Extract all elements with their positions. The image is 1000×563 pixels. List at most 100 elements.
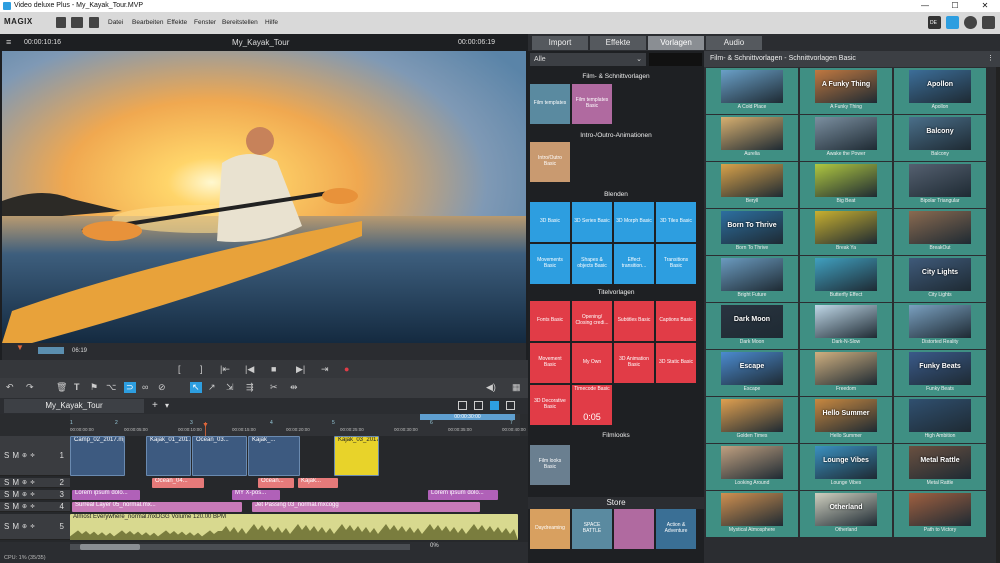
template-category-tile[interactable]: Transitions Basic [656,244,696,284]
lock-icon[interactable]: ⊕ [22,523,27,530]
template-category-tile[interactable]: Film looks Basic [530,445,570,485]
ripple-icon[interactable]: ⇶ [246,382,254,393]
tools-icon[interactable] [946,16,959,29]
template-item[interactable]: BreakOut [894,209,986,255]
template-category-tile[interactable]: Effect transition... [614,244,654,284]
menu-effekte[interactable]: Effekte [167,19,187,26]
template-item[interactable]: City Lights City Lights [894,256,986,302]
template-category-tile[interactable]: 3D Morph Basic [614,202,654,242]
ruler-marker[interactable]: 4 [270,420,273,426]
ruler-marker[interactable]: 6 [430,420,433,426]
track-header[interactable]: S M ⊕ ≑ 5 [0,514,70,540]
ruler-marker[interactable]: 7 [510,420,513,426]
title-icon[interactable]: T [74,382,80,392]
template-category-tile[interactable]: 3D Tiles Basic [656,202,696,242]
more-options-icon[interactable]: ⋮ [987,51,994,67]
template-category-tile[interactable]: Fonts Basic [530,301,570,341]
record-button[interactable]: ● [344,364,349,374]
solo-button[interactable]: S [4,522,9,531]
language-button[interactable]: DE [928,16,941,29]
template-item[interactable]: A Funky Thing A Funky Thing [800,68,892,114]
minimize-button[interactable]: — [910,0,940,12]
add-tab-button[interactable]: + [152,400,158,411]
track-header[interactable]: S M ⊕ ≑ 1 [0,436,70,476]
template-item[interactable]: Distorted Reality [894,303,986,349]
redo-icon[interactable]: ↷ [26,382,34,393]
view-scenes-icon[interactable] [474,401,483,410]
ruler-marker[interactable]: 5 [332,420,335,426]
template-category-tile[interactable]: Film templates [530,84,570,124]
view-multicam-icon[interactable] [506,401,515,410]
solo-button[interactable]: S [4,490,9,499]
maximize-button[interactable]: ☐ [940,0,970,12]
group-icon[interactable]: ∞ [142,382,148,392]
new-file-icon[interactable] [56,17,66,28]
timeline-clip[interactable]: Surreal Layer 05_normal.mx... [72,502,242,512]
template-category-tile[interactable]: SPACE BATTLE [572,509,612,549]
lock-icon[interactable]: ⊕ [22,491,27,498]
timeline-clip[interactable]: Jet Passing 03_normal.mxcogg [252,502,480,512]
mute-button[interactable]: M [12,490,19,499]
template-item[interactable]: High Ambition [894,397,986,443]
solo-button[interactable]: S [4,502,9,511]
template-item[interactable]: Aurelia [706,115,798,161]
template-item[interactable]: Bright Future [706,256,798,302]
next-marker-button[interactable]: ⇥ [321,364,329,375]
ruler-marker[interactable]: 3 [190,420,193,426]
timeline-clip[interactable]: Ocean_03... [192,436,247,476]
tab-project[interactable]: My_Kayak_Tour [4,399,144,413]
template-category-tile[interactable]: Shapes & objects Basic [572,244,612,284]
timeline-clip[interactable]: Lorem ipsum dolo... [428,490,498,500]
seek-bar[interactable]: ▼ 06:19 [2,343,526,361]
undo-icon[interactable]: ↶ [6,382,14,393]
template-category-tile[interactable]: Timecode Basic 0:05 [572,385,612,425]
template-category-tile[interactable]: Subtitles Basic [614,301,654,341]
template-category-tile[interactable]: 3D Animation Basic [614,343,654,383]
upload-icon[interactable] [982,16,995,29]
template-item[interactable]: A Cold Place [706,68,798,114]
template-category-tile[interactable]: 3D Basic [530,202,570,242]
split-icon[interactable]: ⌥ [106,382,116,393]
timeline-clip[interactable]: Kajak_... [248,436,300,476]
view-timeline-icon[interactable] [490,401,499,410]
template-category-tile[interactable]: Action & Adventure [656,509,696,549]
template-category-tile[interactable]: 3D Series Basic [572,202,612,242]
menu-fenster[interactable]: Fenster [194,19,216,26]
template-category-tile[interactable]: Movements Basic [530,244,570,284]
prev-marker-button[interactable]: |⇤ [220,364,230,375]
timeline-clip[interactable]: Kajak_01_201... [146,436,191,476]
delete-icon[interactable]: 🗑 [56,382,67,393]
save-icon[interactable] [89,17,99,28]
close-button[interactable]: ✕ [970,0,1000,12]
template-item[interactable]: Balcony Balcony [894,115,986,161]
tab-vorlagen[interactable]: Vorlagen [648,36,704,50]
view-storyboard-icon[interactable] [458,401,467,410]
tab-import[interactable]: Import [532,36,588,50]
step-forward-button[interactable]: ▶| [296,364,305,375]
template-category-tile[interactable]: Captions Basic [656,301,696,341]
template-item[interactable]: Otherland Otherland [800,491,892,537]
fx-icon[interactable]: ≑ [30,523,35,530]
template-item[interactable]: Butterfly Effect [800,256,892,302]
link-mode-icon[interactable]: ⊃ [124,382,136,393]
ruler-marker[interactable]: 1 [70,420,73,426]
lock-icon[interactable]: ⊕ [22,452,27,459]
template-category-tile[interactable]: Film templates Basic [572,84,612,124]
template-item[interactable]: Golden Times [706,397,798,443]
search-input[interactable] [649,53,702,66]
mixer-icon[interactable]: ▦ [512,382,521,393]
timeline-clip[interactable]: Kajak... [298,478,338,488]
tab-effekte[interactable]: Effekte [590,36,646,50]
timeline-clip[interactable]: MY X-pos... [232,490,280,500]
speaker-icon[interactable]: ◀) [486,382,496,393]
timeline-clip[interactable]: Ocean... [258,478,294,488]
fx-icon[interactable]: ≑ [30,491,35,498]
template-category-tile[interactable]: Daydreaming [530,509,570,549]
mute-button[interactable]: M [12,502,19,511]
template-item[interactable]: Bipolar Triangular [894,162,986,208]
template-item[interactable]: Big Beat [800,162,892,208]
menu-datei[interactable]: Datei [108,19,123,26]
vertical-scrollbar[interactable] [996,67,1000,563]
step-back-button[interactable]: |◀ [245,364,254,375]
video-preview[interactable] [2,51,526,343]
